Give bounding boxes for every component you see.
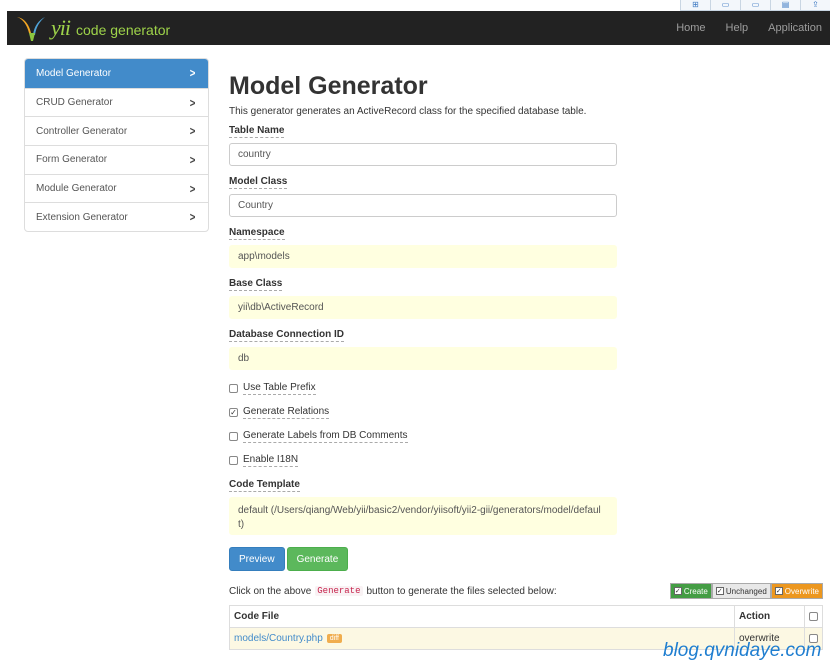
chevron-right-icon: > (189, 66, 196, 81)
nav-help-link[interactable]: Help (726, 22, 749, 34)
checkmark-icon[interactable]: ✓ (229, 408, 238, 417)
model-class-label: Model Class (229, 176, 288, 189)
namespace-group: Namespace app\models (229, 227, 829, 268)
file-link[interactable]: models/Country.php (234, 633, 323, 644)
browser-toolbar-strip: ⊞ ▭ ▭ ▤ ⇪ (0, 0, 830, 11)
table-name-label: Table Name (229, 125, 285, 138)
results-hint-row: Click on the above Generate button to ge… (229, 581, 829, 601)
results-hint-pre: Click on the above (229, 585, 312, 597)
sidebar-item-module-generator[interactable]: Module Generator > (25, 173, 208, 203)
page-title: Model Generator (229, 72, 428, 100)
generate-button[interactable]: Generate (286, 547, 349, 571)
sidebar-item-label: Form Generator (36, 154, 108, 166)
sidebar-item-label: CRUD Generator (36, 97, 113, 109)
model-class-input[interactable]: Country (229, 194, 617, 217)
top-navbar: yii code generator Home Help Application (7, 11, 830, 45)
file-cell: models/Country.php diff (229, 627, 735, 650)
code-template-line: t) (238, 519, 245, 530)
checkbox-empty-icon[interactable] (229, 432, 238, 441)
window-icon[interactable]: ▭ (740, 0, 770, 11)
table-name-group: Table Name country (229, 125, 829, 166)
base-class-label: Base Class (229, 278, 283, 291)
code-template-label: Code Template (229, 479, 300, 492)
chevron-right-icon: > (189, 95, 196, 110)
yii-logo-icon (17, 17, 45, 41)
select-all-cell (804, 605, 823, 628)
preview-button[interactable]: Preview (229, 547, 285, 571)
enable-i18n-checkbox[interactable]: Enable I18N (229, 454, 829, 467)
namespace-label: Namespace (229, 227, 285, 240)
legend-create-toggle[interactable]: ✓ Create (669, 583, 712, 599)
brand[interactable]: yii code generator (15, 14, 170, 42)
legend-unchanged-toggle[interactable]: ✓ Unchanged (711, 583, 771, 599)
namespace-input[interactable]: app\models (229, 245, 617, 268)
checkbox-label: Generate Relations (243, 406, 330, 419)
window-icon[interactable]: ▭ (710, 0, 740, 11)
main-content: Model Generator This generator generates… (229, 70, 829, 650)
column-header-file: Code File (229, 605, 735, 628)
sidebar-item-label: Controller Generator (36, 125, 128, 137)
db-connection-group: Database Connection ID db (229, 329, 829, 370)
table-name-input[interactable]: country (229, 143, 617, 166)
db-connection-label: Database Connection ID (229, 329, 345, 342)
form-actions: Preview Generate (229, 547, 829, 571)
watermark-text: blog.qvnidaye.com (663, 640, 822, 661)
page-description: This generator generates an ActiveRecord… (229, 106, 587, 117)
checkbox-label: Generate Labels from DB Comments (243, 430, 408, 443)
sidebar-item-label: Module Generator (36, 183, 117, 195)
sidebar-item-label: Model Generator (36, 67, 112, 79)
sidebar-item-crud-generator[interactable]: CRUD Generator > (25, 87, 208, 117)
code-template-group: Code Template default (/Users/qiang/Web/… (229, 479, 829, 535)
results-hint-post: button to generate the files selected be… (366, 585, 557, 597)
nav-home-link[interactable]: Home (676, 22, 705, 34)
generate-keyword: Generate (315, 586, 363, 596)
chevron-right-icon: > (189, 124, 196, 139)
base-class-group: Base Class yii\db\ActiveRecord (229, 278, 829, 319)
legend: ✓ Create ✓ Unchanged ✓ Overwrite (669, 583, 823, 599)
select-all-checkbox[interactable] (809, 612, 818, 621)
checkbox-label: Use Table Prefix (243, 382, 316, 395)
sidebar-item-extension-generator[interactable]: Extension Generator > (25, 202, 208, 231)
brand-title: code generator (76, 21, 171, 38)
column-header-action: Action (734, 605, 805, 628)
generate-labels-checkbox[interactable]: Generate Labels from DB Comments (229, 430, 829, 443)
chevron-right-icon: > (189, 152, 196, 167)
legend-overwrite-label: Overwrite (784, 586, 819, 596)
checkmark-icon: ✓ (673, 587, 682, 595)
base-class-input[interactable]: yii\db\ActiveRecord (229, 296, 617, 319)
generator-sidebar: Model Generator > CRUD Generator > Contr… (24, 58, 209, 233)
share-icon[interactable]: ⇪ (800, 0, 830, 11)
sidebar-item-label: Extension Generator (36, 211, 128, 223)
use-table-prefix-checkbox[interactable]: Use Table Prefix (229, 382, 829, 395)
db-connection-input[interactable]: db (229, 347, 617, 370)
sidebar-item-model-generator[interactable]: Model Generator > (25, 59, 208, 88)
legend-create-label: Create (683, 586, 708, 596)
checkmark-icon: ✓ (715, 587, 724, 595)
nav-application-link[interactable]: Application (768, 22, 822, 34)
checkmark-icon: ✓ (774, 587, 783, 595)
model-class-group: Model Class Country (229, 176, 829, 217)
legend-overwrite-toggle[interactable]: ✓ Overwrite (770, 583, 823, 599)
checkbox-empty-icon[interactable] (229, 384, 238, 393)
monitor-icon[interactable]: ▤ (770, 0, 800, 11)
diff-badge[interactable]: diff (326, 633, 342, 643)
chevron-right-icon: > (189, 181, 196, 196)
logo-word: yii (51, 15, 71, 40)
code-template-line: default (/Users/qiang/Web/yii/basic2/ven… (238, 505, 601, 516)
sidebar-item-controller-generator[interactable]: Controller Generator > (25, 116, 208, 145)
chevron-right-icon: > (189, 210, 196, 225)
checkbox-empty-icon[interactable] (229, 456, 238, 465)
code-template-select[interactable]: default (/Users/qiang/Web/yii/basic2/ven… (229, 497, 617, 535)
table-header-row: Code File Action (229, 605, 823, 628)
new-window-icon[interactable]: ⊞ (680, 0, 710, 11)
checkbox-label: Enable I18N (243, 454, 299, 467)
sidebar-item-form-generator[interactable]: Form Generator > (25, 145, 208, 174)
legend-unchanged-label: Unchanged (725, 586, 767, 596)
generate-relations-checkbox[interactable]: ✓ Generate Relations (229, 406, 829, 419)
